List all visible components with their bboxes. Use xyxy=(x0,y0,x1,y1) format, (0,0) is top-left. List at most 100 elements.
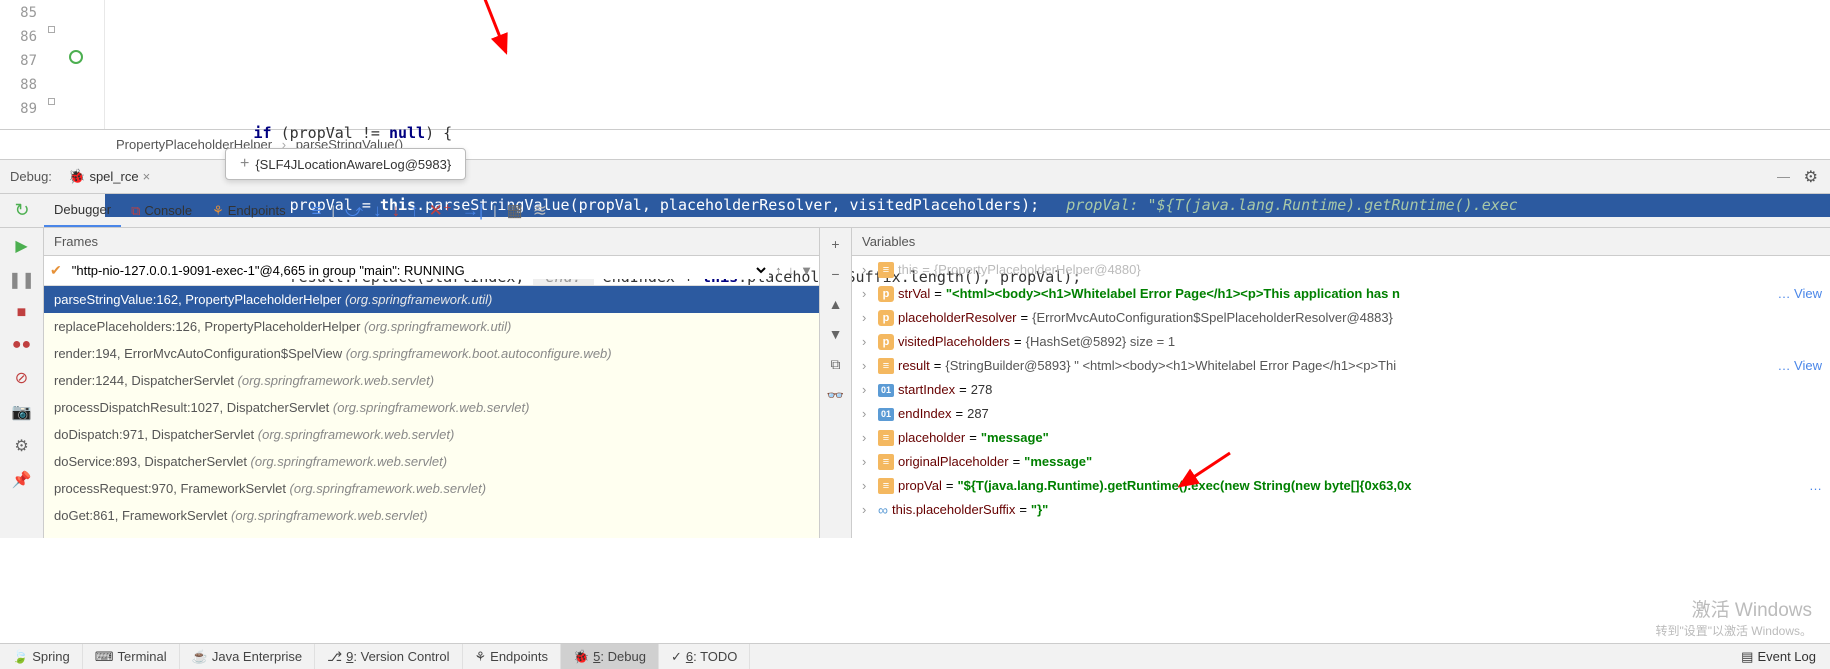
frame-item[interactable]: parseStringValue:162, PropertyPlaceholde… xyxy=(44,286,819,313)
event-log-icon: ▤ xyxy=(1741,649,1753,665)
frame-item[interactable]: replacePlaceholders:126, PropertyPlaceho… xyxy=(44,313,819,340)
settings-icon[interactable]: ⚙ xyxy=(14,436,28,456)
frame-item[interactable]: doService:893, DispatcherServlet (org.sp… xyxy=(44,448,819,475)
expand-icon[interactable]: › xyxy=(862,450,874,474)
plus-icon: + xyxy=(240,155,249,173)
trace-icon[interactable]: ≋ xyxy=(533,201,547,221)
stop-icon[interactable]: ■ xyxy=(17,304,27,322)
variable-row[interactable]: ›≡ this = {PropertyPlaceholderHelper@488… xyxy=(852,258,1830,282)
expand-icon[interactable]: › xyxy=(862,330,874,354)
pause-icon[interactable]: ❚❚ xyxy=(8,270,35,290)
step-out-icon[interactable]: ↑ xyxy=(410,201,419,221)
thread-selector-row: ✔ "http-nio-127.0.0.1-9091-exec-1"@4,665… xyxy=(44,256,819,286)
view-link[interactable]: … View xyxy=(1777,354,1822,378)
step-over-icon[interactable]: ⤻ xyxy=(345,201,363,221)
step-into-icon[interactable]: ↓ xyxy=(373,201,382,221)
status-item-je[interactable]: ☕Java Enterprise xyxy=(180,644,316,669)
evaluate-expression-icon[interactable]: ▦ xyxy=(507,201,523,221)
drop-frame-icon[interactable]: ✕⁺ xyxy=(429,201,452,221)
expand-icon[interactable]: › xyxy=(862,258,874,282)
code-lines[interactable]: if (propVal != null) { propVal = this.pa… xyxy=(105,0,1830,129)
variables-panel: Variables ›≡ this = {PropertyPlaceholder… xyxy=(852,228,1830,538)
remove-watch-icon[interactable]: − xyxy=(831,266,839,282)
mute-breakpoints-icon[interactable]: ⊘ xyxy=(15,368,28,388)
variables-header: Variables xyxy=(852,228,1830,256)
run-to-cursor-icon[interactable]: →| xyxy=(462,201,483,221)
frame-item[interactable]: processDispatchResult:1027, DispatcherSe… xyxy=(44,394,819,421)
endpoints-icon: ⚘ xyxy=(212,203,224,219)
frames-list[interactable]: parseStringValue:162, PropertyPlaceholde… xyxy=(44,286,819,538)
variable-row[interactable]: ›p placeholderResolver = {ErrorMvcAutoCo… xyxy=(852,306,1830,330)
frames-header: Frames xyxy=(44,228,819,256)
variable-row[interactable]: ›01 startIndex = 278 xyxy=(852,378,1830,402)
expand-icon[interactable]: › xyxy=(862,378,874,402)
variable-row[interactable]: ›∞ this.placeholderSuffix = "}" xyxy=(852,498,1830,522)
next-frame-icon[interactable]: ↓ xyxy=(788,263,795,278)
down-icon[interactable]: ▼ xyxy=(829,326,843,342)
tab-console[interactable]: ⧉Console xyxy=(121,194,202,227)
expand-icon[interactable]: › xyxy=(862,498,874,522)
fold-icon[interactable] xyxy=(48,26,55,33)
debug-label: Debug: xyxy=(0,169,60,184)
filter-icon[interactable]: ▼ xyxy=(800,263,813,278)
add-watch-icon[interactable]: + xyxy=(831,236,839,252)
status-item-ep[interactable]: ⚘Endpoints xyxy=(463,644,561,669)
prev-frame-icon[interactable]: ↑ xyxy=(775,263,782,278)
view-link[interactable]: … xyxy=(1809,474,1822,498)
variable-row[interactable]: ›≡ placeholder = "message" xyxy=(852,426,1830,450)
local-badge-icon: ≡ xyxy=(878,454,894,470)
status-item-vc[interactable]: ⎇9: Version Control xyxy=(315,644,462,669)
run-config-tab[interactable]: 🐞 spel_rce × xyxy=(60,160,158,193)
expand-icon[interactable]: › xyxy=(862,426,874,450)
variable-row[interactable]: ›01 endIndex = 287 xyxy=(852,402,1830,426)
minimize-icon[interactable]: — xyxy=(1777,169,1790,184)
frame-item[interactable]: doDispatch:971, DispatcherServlet (org.s… xyxy=(44,421,819,448)
thread-select[interactable]: "http-nio-127.0.0.1-9091-exec-1"@4,665 i… xyxy=(68,262,769,279)
variable-row[interactable]: ›≡ result = {StringBuilder@5893} " <html… xyxy=(852,354,1830,378)
frame-item[interactable]: processRequest:970, FrameworkServlet (or… xyxy=(44,475,819,502)
local-badge-icon: ≡ xyxy=(878,262,894,278)
frame-item[interactable]: doGet:861, FrameworkServlet (org.springf… xyxy=(44,502,819,529)
windows-activation-watermark: 激活 Windows 转到"设置"以激活 Windows。 xyxy=(1655,595,1812,639)
frame-item[interactable]: render:194, ErrorMvcAutoConfiguration$Sp… xyxy=(44,340,819,367)
status-item-bug[interactable]: 🐞5: Debug xyxy=(561,644,659,669)
get-thread-dump-icon[interactable]: 📷 xyxy=(12,402,32,422)
event-log-button[interactable]: ▤ Event Log xyxy=(1741,649,1830,665)
je-icon: ☕ xyxy=(192,649,208,665)
code-editor[interactable]: 85 86 87 88 89 if (propVal != null) { pr… xyxy=(0,0,1830,130)
close-icon[interactable]: × xyxy=(143,169,151,184)
expand-icon[interactable]: › xyxy=(862,282,874,306)
expand-icon[interactable]: › xyxy=(862,402,874,426)
variable-row[interactable]: ›≡ originalPlaceholder = "message" xyxy=(852,450,1830,474)
tab-endpoints[interactable]: ⚘Endpoints xyxy=(202,194,295,227)
rerun-icon[interactable]: ↻ xyxy=(14,200,29,221)
status-item-todo[interactable]: ✓6: TODO xyxy=(659,644,750,669)
resume-icon[interactable]: ▶ xyxy=(15,236,27,256)
editor-gutter[interactable] xyxy=(45,0,105,129)
expand-icon[interactable]: › xyxy=(862,354,874,378)
expand-icon[interactable]: › xyxy=(862,306,874,330)
inline-value-popup[interactable]: + {SLF4JLocationAwareLog@5983} xyxy=(225,148,466,180)
variable-row[interactable]: ›≡ propVal = "${T(java.lang.Runtime).get… xyxy=(852,474,1830,498)
term-icon: ⌨ xyxy=(95,649,114,665)
show-execution-point-icon[interactable]: ≡ xyxy=(312,201,322,221)
expand-icon[interactable]: › xyxy=(862,474,874,498)
view-breakpoints-icon[interactable]: ●● xyxy=(12,336,31,354)
glasses-icon[interactable]: 👓 xyxy=(827,387,844,404)
copy-icon[interactable]: ⧉ xyxy=(831,356,841,373)
view-link[interactable]: … View xyxy=(1777,282,1822,306)
run-to-cursor-icon[interactable] xyxy=(69,50,83,64)
fold-icon[interactable] xyxy=(48,98,55,105)
variable-row[interactable]: ›p strVal = "<html><body><h1>Whitelabel … xyxy=(852,282,1830,306)
up-icon[interactable]: ▲ xyxy=(829,296,843,312)
frame-item[interactable]: render:1244, DispatcherServlet (org.spri… xyxy=(44,367,819,394)
gear-icon[interactable]: ⚙ xyxy=(1804,167,1818,187)
variable-row[interactable]: ›p visitedPlaceholders = {HashSet@5892} … xyxy=(852,330,1830,354)
force-step-into-icon[interactable]: ↓ xyxy=(392,201,401,221)
status-item-leaf[interactable]: 🍃Spring xyxy=(0,644,83,669)
line-numbers: 85 86 87 88 89 xyxy=(0,0,45,129)
variables-list[interactable]: ›≡ this = {PropertyPlaceholderHelper@488… xyxy=(852,256,1830,538)
tab-debugger[interactable]: Debugger xyxy=(44,194,121,227)
status-item-term[interactable]: ⌨Terminal xyxy=(83,644,180,669)
pin-icon[interactable]: 📌 xyxy=(12,470,32,490)
